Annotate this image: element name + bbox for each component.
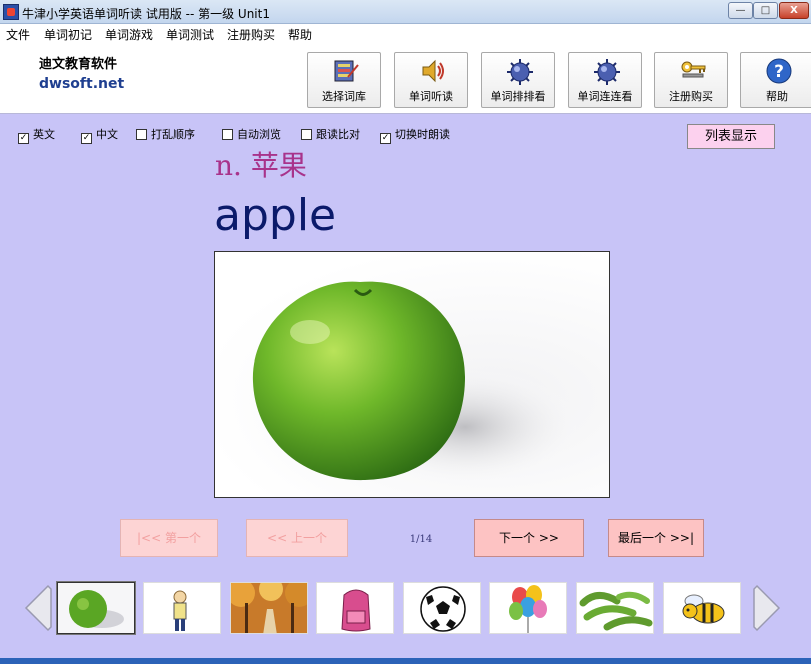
thumbnail-football[interactable] (403, 582, 481, 634)
menu-bar: 文件 单词初记 单词游戏 单词测试 注册购买 帮助 (0, 24, 811, 42)
shuffle-checkbox[interactable] (136, 129, 147, 140)
word-match-label: 单词连连看 (577, 90, 633, 103)
menu-file[interactable]: 文件 (6, 26, 30, 43)
option-follow-compare[interactable]: 跟读比对 (301, 126, 360, 142)
thumbnail-boy[interactable] (143, 582, 221, 634)
word-arrange-label: 单词排排看 (490, 90, 546, 103)
scroll-right-arrow-icon[interactable] (751, 582, 787, 634)
option-shuffle-label: 打乱顺序 (151, 128, 195, 141)
gear-ball-icon (507, 59, 533, 85)
balloons-thumb-image (490, 583, 566, 633)
register-buy-label: 注册购买 (669, 90, 713, 103)
word-listen-button[interactable]: 单词听读 (394, 52, 468, 108)
option-follow-compare-label: 跟读比对 (316, 128, 360, 141)
list-view-button[interactable]: 列表显示 (687, 124, 775, 149)
help-label: 帮助 (766, 90, 788, 103)
boy-thumb-image (144, 583, 220, 633)
beans-thumb-image (577, 583, 653, 633)
title-bar: 牛津小学英语单词听读 试用版 -- 第一级 Unit1 — □ X (0, 0, 811, 24)
menu-register[interactable]: 注册购买 (227, 26, 275, 43)
word-arrange-button[interactable]: 单词排排看 (481, 52, 555, 108)
key-icon (681, 61, 706, 78)
auto-browse-checkbox[interactable] (222, 129, 233, 140)
help-icon: ? (766, 58, 792, 84)
speaker-icon (422, 59, 444, 83)
header: 迪文教育软件 dwsoft.net 选择词库 单词听读 单词排排看 单词连连看 … (0, 42, 811, 114)
help-button[interactable]: ? 帮助 (740, 52, 811, 108)
option-chinese-label: 中文 (96, 128, 118, 141)
close-button[interactable]: X (779, 2, 809, 19)
app-icon (3, 4, 19, 20)
menu-word-test[interactable]: 单词测试 (166, 26, 214, 43)
minimize-button[interactable]: — (728, 2, 753, 19)
next-button[interactable]: 下一个 >> (474, 519, 584, 557)
word-picture (214, 251, 610, 498)
option-auto-browse-label: 自动浏览 (237, 128, 281, 141)
word-listen-label: 单词听读 (409, 90, 453, 103)
word-english: apple (214, 190, 337, 241)
menu-help[interactable]: 帮助 (288, 26, 312, 43)
word-chinese-meaning: n. 苹果 (215, 149, 307, 182)
select-wordbank-button[interactable]: 选择词库 (307, 52, 381, 108)
apple-image (252, 281, 585, 487)
page-indicator: 1/14 (409, 534, 433, 545)
option-chinese[interactable]: ✓ 中文 (81, 126, 118, 144)
schoolbag-thumb-image (317, 583, 393, 633)
football-thumb-image (404, 583, 480, 633)
last-button[interactable]: 最后一个 >>| (608, 519, 704, 557)
autumn-thumb-image (231, 583, 307, 633)
menu-word-games[interactable]: 单词游戏 (105, 26, 153, 43)
thumbnail-balloons[interactable] (489, 582, 567, 634)
menu-word-memorize[interactable]: 单词初记 (44, 26, 92, 43)
option-read-on-switch-label: 切换时朗读 (395, 128, 450, 141)
window-title: 牛津小学英语单词听读 试用版 -- 第一级 Unit1 (22, 7, 270, 21)
apple-thumb-image (58, 583, 134, 633)
option-auto-browse[interactable]: 自动浏览 (222, 126, 281, 142)
thumbnail-autumn[interactable] (230, 582, 308, 634)
first-button[interactable]: |<< 第一个 (120, 519, 218, 557)
register-buy-button[interactable]: 注册购买 (654, 52, 728, 108)
maximize-button[interactable]: □ (753, 2, 778, 19)
option-read-on-switch[interactable]: ✓ 切换时朗读 (380, 126, 450, 144)
select-wordbank-label: 选择词库 (322, 90, 366, 103)
thumbnail-schoolbag[interactable] (316, 582, 394, 634)
scroll-left-arrow-icon[interactable] (18, 582, 54, 634)
english-checkbox[interactable]: ✓ (18, 133, 29, 144)
book-select-icon (334, 60, 359, 82)
word-match-button[interactable]: 单词连连看 (568, 52, 642, 108)
prev-button[interactable]: << 上一个 (246, 519, 348, 557)
gear-ball-icon (594, 59, 620, 85)
option-shuffle[interactable]: 打乱顺序 (136, 126, 195, 142)
svg-text:?: ? (774, 62, 784, 82)
thumbnail-apple[interactable] (56, 581, 136, 635)
bee-thumb-image (664, 583, 740, 633)
thumbnail-beans[interactable] (576, 582, 654, 634)
company-name: 迪文教育软件 (39, 57, 118, 72)
main-panel: ✓ 英文 ✓ 中文 打乱顺序 自动浏览 跟读比对 ✓ 切换时朗读 列表显示 n. 苹果… (0, 114, 811, 664)
company-site: dwsoft.net (39, 76, 125, 92)
option-english-label: 英文 (33, 128, 55, 141)
follow-compare-checkbox[interactable] (301, 129, 312, 140)
taskbar-edge (0, 658, 811, 664)
read-on-switch-checkbox[interactable]: ✓ (380, 133, 391, 144)
chinese-checkbox[interactable]: ✓ (81, 133, 92, 144)
thumbnail-bee[interactable] (663, 582, 741, 634)
option-english[interactable]: ✓ 英文 (18, 126, 55, 144)
